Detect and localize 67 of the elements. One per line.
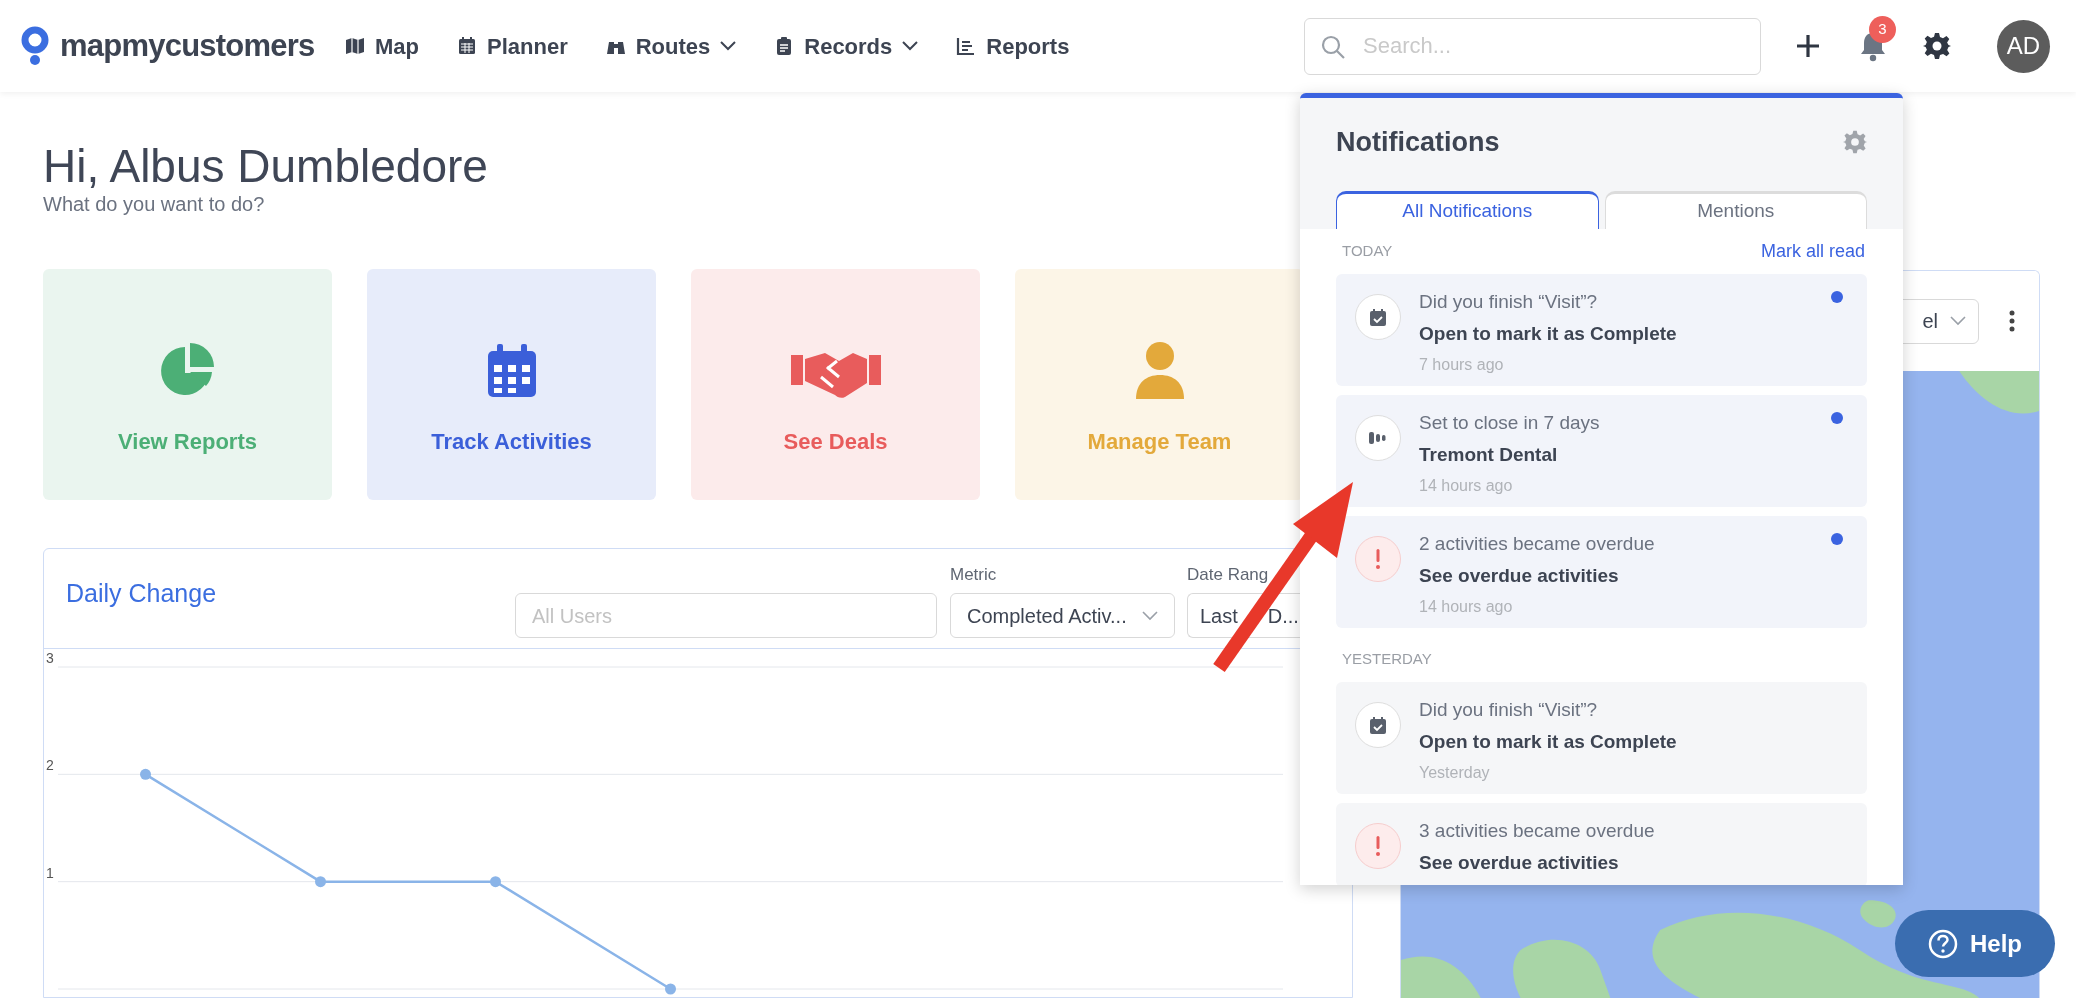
notification-subtitle: See overdue activities	[1419, 850, 1620, 875]
field-label: Date Rang	[1187, 563, 1270, 586]
notification-subtitle: Tremont Dental	[1419, 442, 1559, 467]
panel-title: Notifications	[1336, 126, 1500, 159]
tab[interactable]: All Notifications	[1336, 190, 1599, 229]
data-point	[140, 768, 151, 780]
notification-item[interactable]: Set to close in 7 days Tremont Dental 14 hours ago	[1336, 394, 1867, 507]
axis-label: 3	[46, 650, 54, 666]
notification-title: Did you finish “Visit”?	[1419, 289, 1599, 314]
notification-badge: 3	[1869, 16, 1896, 43]
notification-time: 7 hours ago	[1419, 354, 1505, 375]
axis-label: 2	[46, 757, 54, 774]
settings-icon[interactable]	[1923, 32, 1951, 60]
action-label: See Deals	[783, 428, 888, 456]
data-point	[665, 983, 676, 995]
warning-icon	[1355, 535, 1401, 582]
field-label: Metric	[950, 563, 998, 586]
warning-icon	[1355, 822, 1401, 869]
list-chart-icon	[956, 36, 977, 56]
logo-text: mapmycustomers	[60, 26, 315, 65]
section-heading: TODAY	[1342, 241, 1393, 262]
pipeline-icon	[1355, 414, 1401, 461]
user-avatar[interactable]: AD	[1997, 19, 2050, 73]
axis-label: 1	[46, 864, 54, 881]
add-icon[interactable]	[1795, 33, 1821, 59]
notification-time: 14 hours ago	[1419, 475, 1514, 496]
help-icon	[1928, 928, 1958, 959]
nav-link[interactable]: Reports	[956, 29, 1070, 63]
search-icon	[1320, 33, 1346, 60]
help-button[interactable]: Help	[1895, 910, 2055, 977]
data-point	[315, 876, 326, 888]
card-title: Daily Change	[66, 578, 217, 607]
quick-action-card[interactable]: Track Activities	[367, 269, 656, 500]
notification-time: Yesterday	[1419, 762, 1491, 783]
notification-item[interactable]: 2 activities became overdue See overdue activities 14 hours ago	[1336, 515, 1867, 628]
map-icon	[345, 36, 365, 56]
caret-icon	[1950, 316, 1966, 326]
caret-icon	[1142, 610, 1158, 621]
more-icon[interactable]	[2009, 310, 2015, 332]
notification-time: 14 hours ago	[1419, 596, 1514, 617]
nav-link[interactable]: Routes	[605, 29, 737, 63]
notification-title: Did you finish “Visit”?	[1419, 697, 1599, 722]
activity-icon	[1355, 701, 1401, 748]
calendar-icon	[485, 343, 538, 399]
notification-item[interactable]: Did you finish “Visit”? Open to mark it as Complete 7 hours ago	[1336, 273, 1867, 386]
tab[interactable]: Mentions	[1604, 190, 1867, 229]
metric-dropdown[interactable]: Completed Activ...	[950, 593, 1175, 638]
nav-link[interactable]: Planner	[457, 29, 568, 63]
notification-item[interactable]: Did you finish “Visit”? Open to mark it as Complete Yesterday	[1336, 681, 1867, 794]
notification-title: 2 activities became overdue	[1419, 531, 1655, 556]
data-point	[490, 876, 501, 888]
notification-title: Set to close in 7 days	[1419, 410, 1600, 435]
notification-subtitle: Open to mark it as Complete	[1419, 729, 1677, 754]
section-heading: YESTERDAY	[1342, 649, 1432, 670]
action-label: View Reports	[118, 428, 257, 456]
notification-subtitle: Open to mark it as Complete	[1419, 321, 1677, 346]
mark-all-read-link[interactable]: Mark all read	[1760, 238, 1865, 265]
action-label: Manage Team	[1087, 428, 1232, 456]
nav-link[interactable]: Map	[345, 29, 419, 63]
notification-title: 3 activities became overdue	[1419, 818, 1655, 843]
activity-icon	[1355, 293, 1401, 340]
action-label: Track Activities	[431, 428, 592, 456]
calendar-icon	[457, 36, 477, 56]
notification-item[interactable]: 3 activities became overdue See overdue activities	[1336, 802, 1867, 885]
greeting-subtitle: What do you want to do?	[43, 192, 266, 216]
nav-link[interactable]: Records	[774, 29, 919, 63]
notification-subtitle: See overdue activities	[1419, 563, 1620, 588]
